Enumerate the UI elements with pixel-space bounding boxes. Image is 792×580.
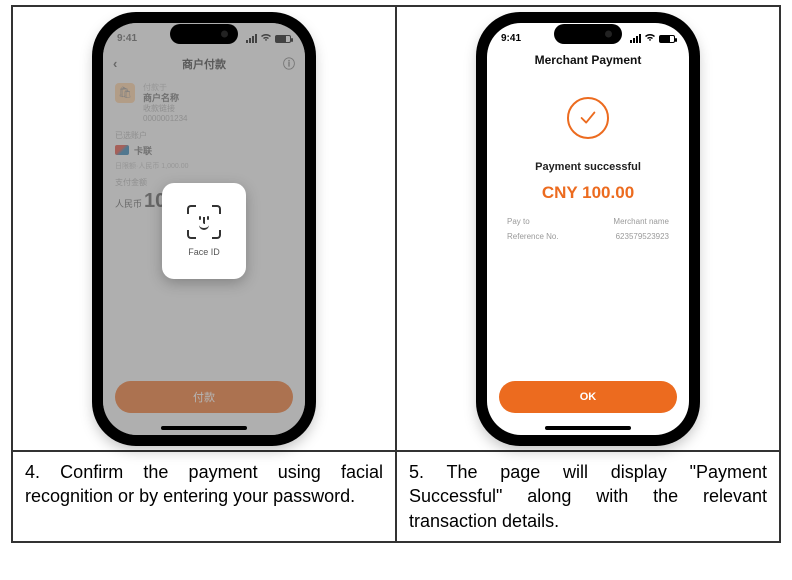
dynamic-island [170,24,238,44]
step5-caption: 5. The page will display "Payment Succes… [396,451,780,542]
transaction-details: Pay to Merchant name Reference No. 62357… [507,217,669,241]
status-time: 9:41 [501,33,521,44]
faceid-icon [187,205,221,239]
home-indicator [545,426,631,430]
screen-step5: 9:41 Merchant Payment Payment successful [487,23,689,435]
ok-button[interactable]: OK [499,381,677,413]
page-title: Merchant Payment [487,51,689,75]
step4-caption: 4. Confirm the payment using facial reco… [12,451,396,542]
signal-icon [630,34,641,43]
dynamic-island [554,24,622,44]
payto-label: Pay to [507,217,588,226]
success-text: Payment successful [535,161,641,173]
battery-icon [659,35,675,43]
home-indicator [161,426,247,430]
success-amount: CNY 100.00 [542,183,634,203]
phone-frame-step5: 9:41 Merchant Payment Payment successful [478,14,698,444]
instruction-table: 9:41 ‹ 商户付款 ⓘ 🛍 [11,5,781,543]
step5-image-cell: 9:41 Merchant Payment Payment successful [396,6,780,451]
ref-label: Reference No. [507,232,588,241]
check-circle-icon [567,97,609,139]
ref-value: 623579523923 [588,232,669,241]
wifi-icon [644,33,656,45]
status-icons [630,33,675,45]
step4-image-cell: 9:41 ‹ 商户付款 ⓘ 🛍 [12,6,396,451]
screen-step4: 9:41 ‹ 商户付款 ⓘ 🛍 [103,23,305,435]
faceid-label: Face ID [188,247,220,257]
faceid-popup: Face ID [162,183,246,279]
payto-value: Merchant name [588,217,669,226]
phone-frame-step4: 9:41 ‹ 商户付款 ⓘ 🛍 [94,14,314,444]
